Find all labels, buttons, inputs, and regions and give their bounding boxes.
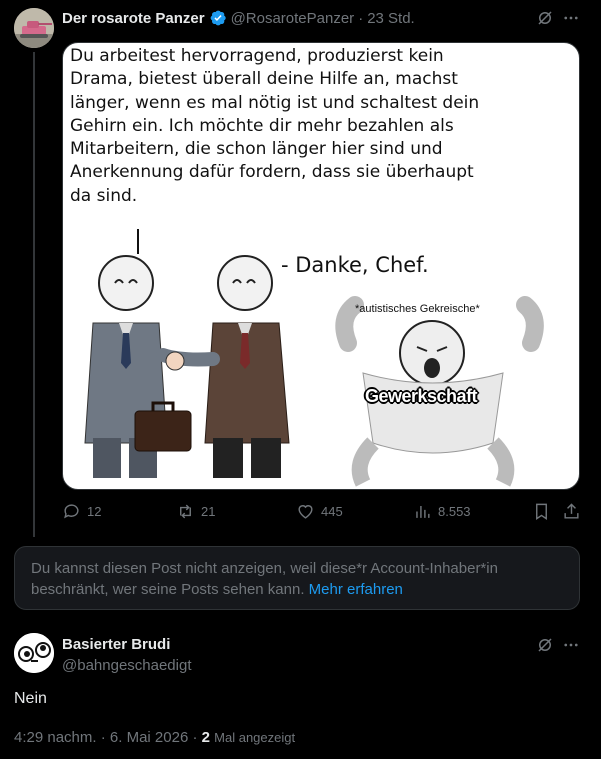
thread-line: [33, 52, 35, 537]
repost-icon: [180, 504, 191, 519]
restricted-post-notice: Du kannst diesen Post nicht anzeigen, we…: [14, 546, 580, 610]
timestamp-separator: ·: [100, 729, 106, 746]
bookmark-button[interactable]: [532, 502, 551, 521]
reply-author-name[interactable]: Basierter Brudi: [62, 636, 170, 653]
timestamp-separator: ·: [192, 729, 198, 746]
like-count: 445: [321, 504, 343, 519]
bookmark-icon: [536, 503, 547, 520]
reply-icon: [64, 504, 79, 519]
share-icon: [564, 503, 579, 519]
reply-grok-icon[interactable]: [534, 634, 556, 656]
repost-count: 21: [201, 504, 216, 519]
reply-more-options-icon[interactable]: [560, 634, 582, 656]
meme-label-text: Gewerkschaft: [365, 386, 478, 406]
reply-count: 12: [87, 504, 102, 519]
views-button[interactable]: 8.553: [413, 502, 471, 521]
view-count: 8.553: [438, 504, 471, 519]
reply-handle-line: @bahngeschaedigt: [62, 656, 192, 674]
repost-button[interactable]: 21: [176, 502, 215, 521]
tweet-header: Der rosarote Panzer @RosarotePanzer · 23…: [62, 8, 415, 28]
author-handle[interactable]: @RosarotePanzer: [231, 10, 355, 27]
meme-caption-text: *autistisches Gekreische*: [355, 303, 480, 315]
learn-more-link[interactable]: Mehr erfahren: [309, 581, 403, 598]
restricted-notice-text: Du kannst diesen Post nicht anzeigen, we…: [31, 560, 498, 598]
reply-timestamp: 4:29 nachm. · 6. Mai 2026 · 2 Mal angeze…: [14, 729, 295, 746]
tweet-actions: 12 21 445 8.553: [0, 500, 601, 524]
verified-badge-icon: [210, 10, 226, 26]
author-avatar[interactable]: [14, 8, 54, 48]
meme-reply-text: - Danke, Chef.: [281, 253, 429, 277]
reply-time[interactable]: 4:29 nachm.: [14, 729, 97, 746]
reply-author-handle[interactable]: @bahngeschaedigt: [62, 657, 192, 674]
meme-image[interactable]: Du arbeitest hervorragend, produzierst k…: [62, 42, 580, 490]
heart-icon: [298, 505, 313, 519]
reply-button[interactable]: 12: [62, 502, 101, 521]
header-separator: ·: [358, 9, 364, 27]
author-name[interactable]: Der rosarote Panzer: [62, 10, 205, 27]
reply-text: Nein: [14, 690, 47, 707]
reply-author-avatar[interactable]: [14, 633, 54, 673]
like-button[interactable]: 445: [296, 502, 343, 521]
tweet-time[interactable]: 23 Std.: [367, 10, 415, 27]
reply-date[interactable]: 6. Mai 2026: [110, 729, 188, 746]
reply-view-label: Mal angezeigt: [214, 730, 296, 745]
reply-view-count: 2: [201, 729, 210, 746]
reply-author-line: Basierter Brudi: [62, 635, 170, 653]
share-button[interactable]: [562, 502, 581, 521]
views-chart-icon: [416, 505, 430, 518]
grok-icon[interactable]: [534, 7, 556, 29]
more-options-icon[interactable]: [560, 7, 582, 29]
